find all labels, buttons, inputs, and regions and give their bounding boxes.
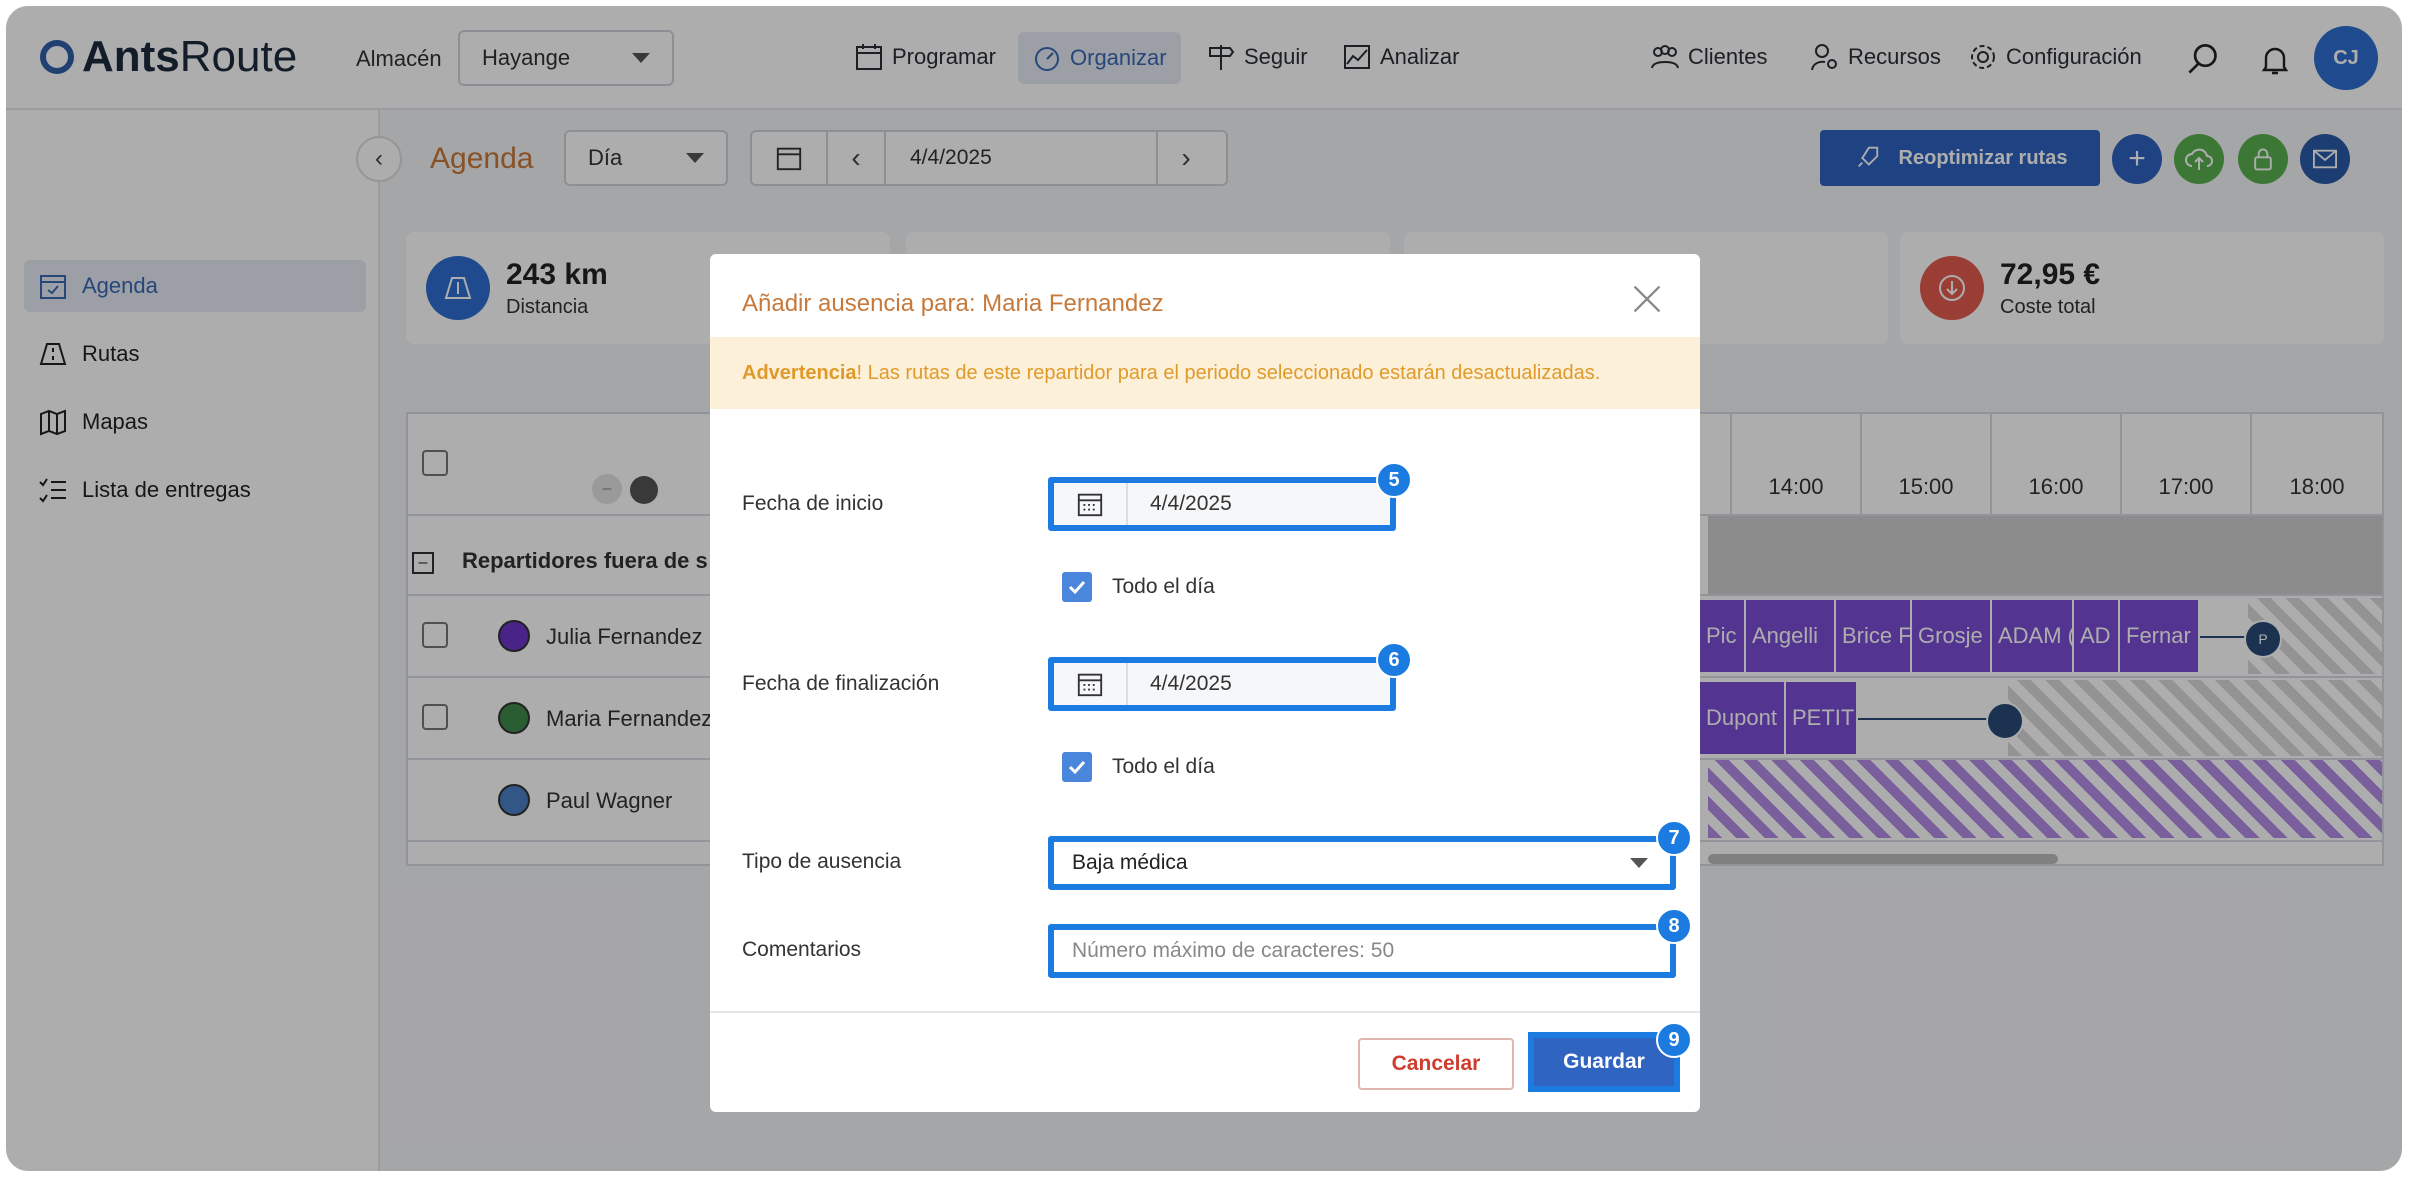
step-badge: 9 [1656, 1022, 1692, 1058]
app-window: Ants Route Almacén Hayange Programar Orga… [6, 6, 2402, 1171]
add-absence-dialog: Añadir ausencia para: Maria Fernandez Ad… [710, 254, 1700, 1112]
absence-type-select[interactable]: Baja médica [1048, 836, 1676, 890]
close-button[interactable] [1630, 282, 1664, 316]
start-allday-label: Todo el día [1112, 575, 1215, 598]
cancel-button[interactable]: Cancelar [1358, 1038, 1514, 1090]
warning-banner: Advertencia ! Las rutas de este repartid… [710, 337, 1700, 409]
end-date-label: Fecha de finalización [742, 672, 940, 695]
calendar-icon[interactable] [1054, 483, 1128, 525]
start-date-label: Fecha de inicio [742, 492, 884, 515]
start-allday-checkbox[interactable] [1062, 572, 1092, 602]
warning-text: ! Las rutas de este repartidor para el p… [856, 361, 1601, 384]
end-date-value[interactable]: 4/4/2025 [1128, 672, 1232, 696]
comments-label: Comentarios [742, 938, 862, 961]
start-allday-row: Todo el día [1062, 572, 1215, 602]
calendar-icon[interactable] [1054, 663, 1128, 705]
step-badge: 7 [1656, 820, 1692, 856]
dialog-footer-divider [710, 1011, 1700, 1013]
end-date-field[interactable]: 4/4/2025 [1048, 657, 1396, 711]
warning-strong: Advertencia [742, 361, 857, 384]
close-icon [1633, 285, 1661, 313]
start-date-value[interactable]: 4/4/2025 [1128, 492, 1232, 516]
chevron-down-icon [1630, 858, 1648, 868]
comments-input[interactable]: Número máximo de caracteres: 50 [1048, 924, 1676, 978]
step-badge: 6 [1376, 642, 1412, 678]
absence-type-label: Tipo de ausencia [742, 850, 902, 873]
absence-type-value: Baja médica [1072, 851, 1188, 874]
step-badge: 8 [1656, 908, 1692, 944]
start-date-field[interactable]: 4/4/2025 [1048, 477, 1396, 531]
checkmark-icon [1068, 760, 1086, 775]
end-allday-checkbox[interactable] [1062, 752, 1092, 782]
end-allday-row: Todo el día [1062, 752, 1215, 782]
checkmark-icon [1068, 580, 1086, 595]
comments-placeholder: Número máximo de caracteres: 50 [1072, 939, 1395, 962]
dialog-title: Añadir ausencia para: Maria Fernandez [742, 290, 1164, 317]
step-badge: 5 [1376, 462, 1412, 498]
end-allday-label: Todo el día [1112, 755, 1215, 778]
